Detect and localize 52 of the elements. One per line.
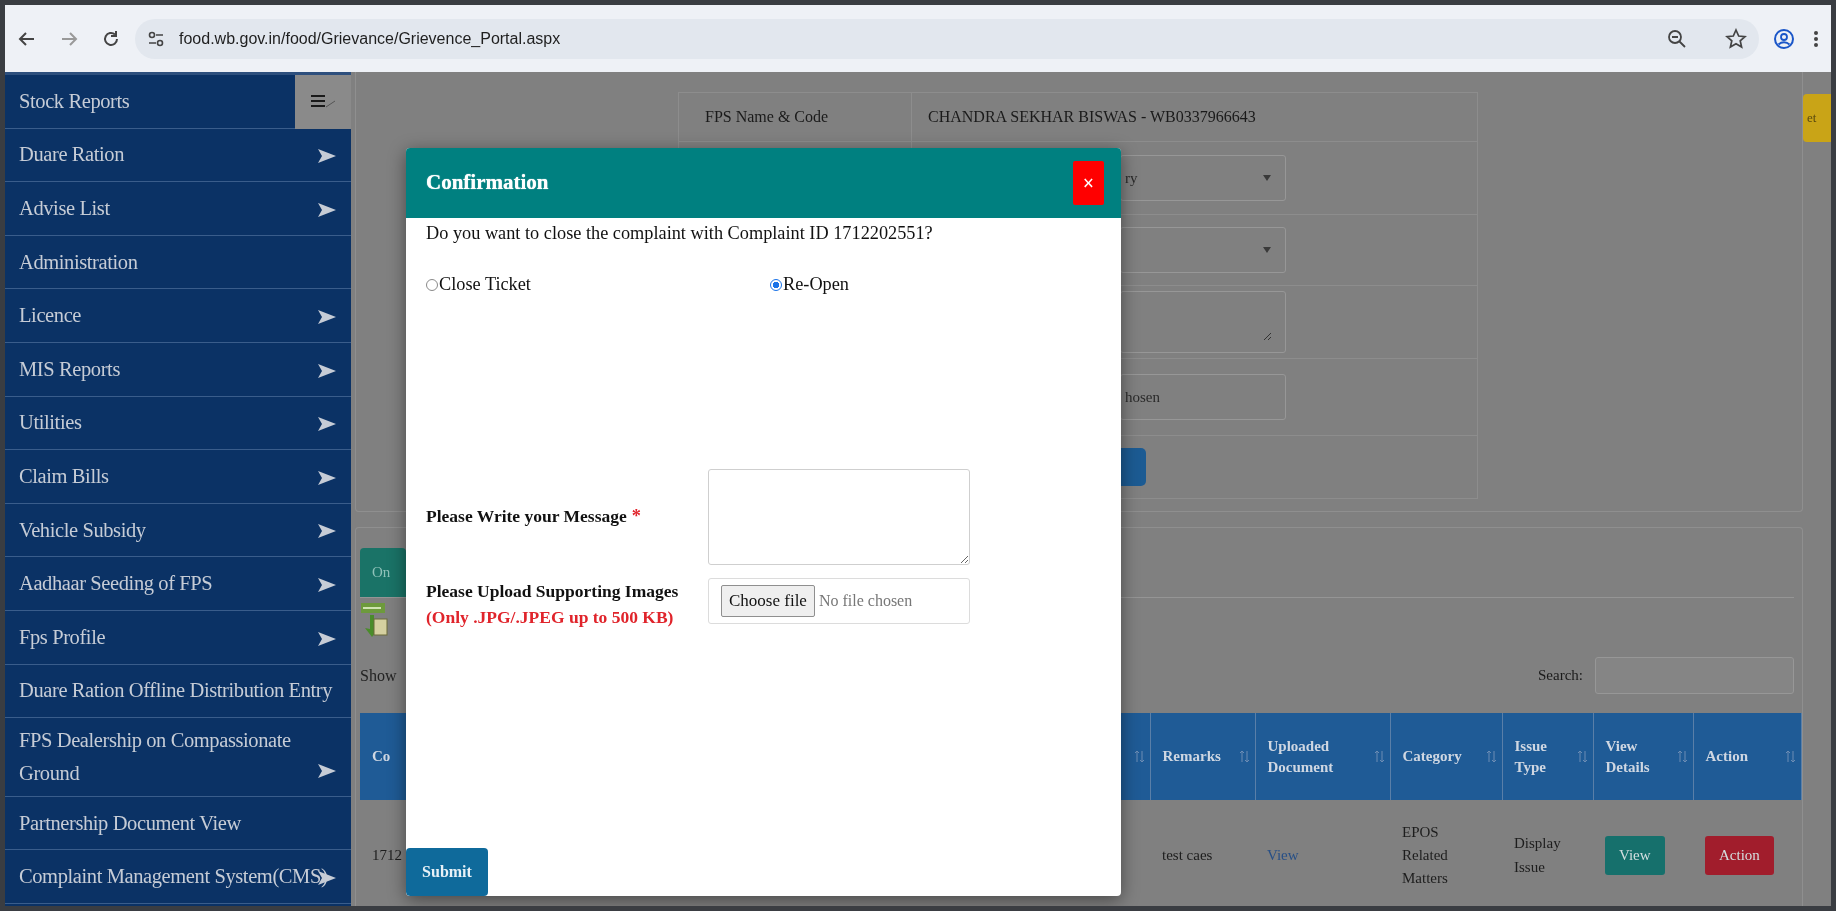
sort-icon[interactable] — [1134, 750, 1144, 763]
radio-label[interactable]: Close Ticket — [439, 271, 531, 299]
url-text[interactable]: food.wb.gov.in/food/Grievance/Grievence_Portal.aspx — [179, 26, 561, 51]
search-label: Search: — [1538, 666, 1583, 686]
column-header[interactable]: Co — [372, 746, 391, 767]
table-cell: Display Issue — [1514, 835, 1561, 875]
table-cell: EPOS Related Matters — [1402, 823, 1448, 887]
field-value: CHANDRA SEKHAR BISWAS - WB0337966643 — [911, 92, 1478, 142]
close-button[interactable]: × — [1073, 161, 1104, 205]
zoom-icon[interactable] — [1667, 28, 1687, 49]
resize-handle-icon — [1263, 332, 1271, 340]
column-header[interactable]: Action — [1705, 746, 1748, 767]
column-header[interactable]: Category — [1402, 746, 1462, 767]
sort-icon[interactable] — [1374, 750, 1384, 763]
question-text: Do you want to close the complaint with Complaint ID 1712202551? — [426, 222, 934, 245]
message-field[interactable] — [708, 468, 970, 565]
message-label: Please Write your Message — [426, 505, 627, 529]
table-cell: 1712 — [372, 846, 402, 863]
submit-button[interactable]: Submit — [406, 848, 488, 896]
choose-file-button[interactable]: Choose file — [721, 585, 815, 617]
upload-label: Please Upload Supporting Images — [426, 579, 680, 603]
profile-icon[interactable] — [1773, 27, 1795, 50]
reload-icon[interactable] — [101, 28, 121, 49]
sort-icon[interactable] — [1486, 750, 1496, 763]
column-header[interactable]: View Details — [1605, 735, 1678, 778]
radio-button[interactable] — [770, 279, 782, 292]
site-settings-icon[interactable] — [147, 29, 165, 48]
spreadsheet-icon[interactable] — [360, 601, 388, 639]
sort-icon[interactable] — [1577, 750, 1587, 763]
sort-icon[interactable] — [1785, 750, 1795, 763]
upload-note: (Only .JPG/.JPEG up to 500 KB) — [426, 606, 675, 630]
file-status: No file chosen — [818, 590, 913, 611]
radio-button[interactable] — [426, 279, 438, 292]
caret-icon — [1263, 247, 1271, 253]
row-button[interactable]: Action — [1705, 835, 1774, 876]
modal-title: Confirmation — [426, 169, 549, 197]
star-icon[interactable] — [1725, 27, 1747, 50]
show-label: Show — [360, 665, 397, 686]
caret-icon — [1263, 175, 1271, 181]
row-button[interactable]: View — [1605, 835, 1665, 876]
toolbar-button[interactable]: et — [1803, 94, 1831, 142]
column-header[interactable]: Remarks — [1162, 746, 1221, 767]
column-header[interactable]: Issue Type — [1514, 735, 1578, 778]
sort-icon[interactable] — [1677, 750, 1687, 763]
table-cell: test caes — [1162, 846, 1213, 863]
required-mark: * — [631, 505, 641, 529]
menu-toggle-button[interactable] — [295, 75, 351, 129]
column-header[interactable]: Uploaded Document — [1267, 735, 1375, 778]
field-label: FPS Name & Code — [678, 92, 912, 142]
radio-label[interactable]: Re-Open — [783, 271, 849, 299]
menu-icon[interactable] — [1813, 28, 1819, 49]
sort-icon[interactable] — [1239, 750, 1249, 763]
